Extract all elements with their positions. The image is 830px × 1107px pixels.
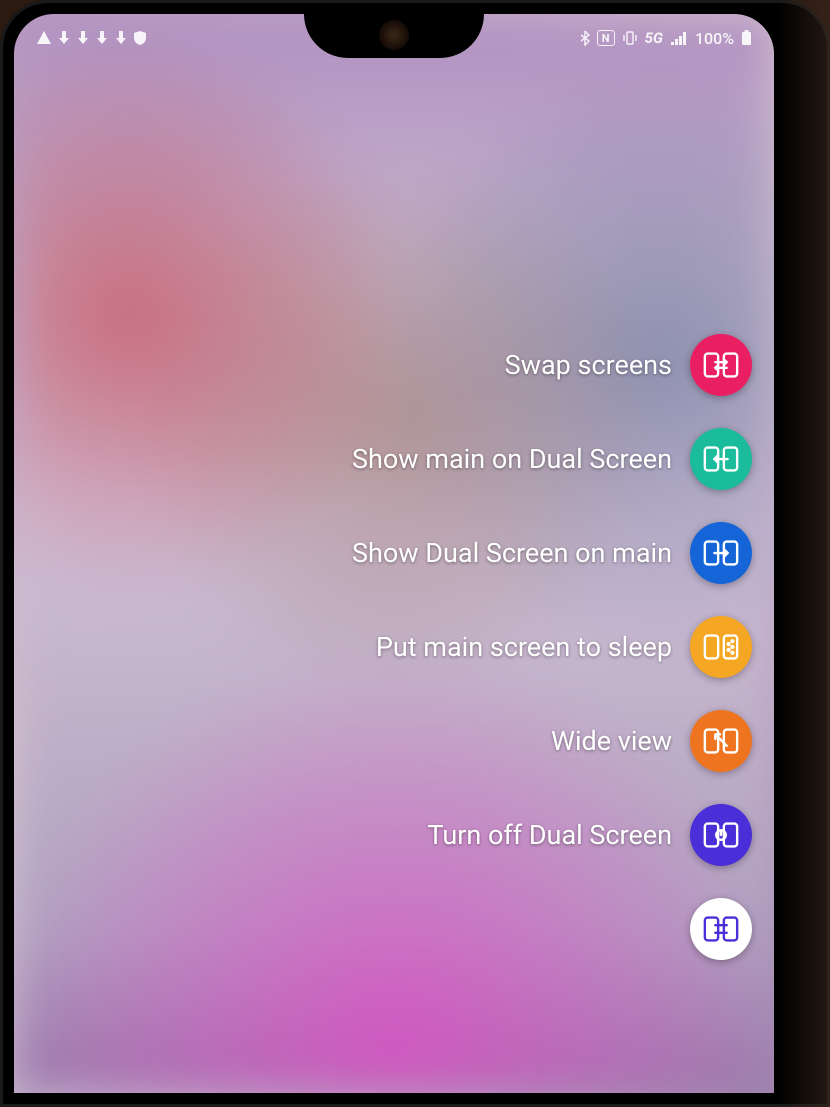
phone-screen: N 5G 100% Swap screens [14,14,774,1093]
menu-label: Show main on Dual Screen [352,443,672,475]
battery-pct: 100% [695,29,734,48]
download-icon [95,30,109,46]
menu-item-put-main-to-sleep[interactable]: Put main screen to sleep [352,616,752,678]
turn-off-dual-icon[interactable] [690,804,752,866]
menu-item-swap-screens[interactable]: Swap screens [352,334,752,396]
phone-frame: N 5G 100% Swap screens [0,0,830,1107]
menu-label: Turn off Dual Screen [427,819,672,851]
menu-item-show-dual-on-main[interactable]: Show Dual Screen on main [352,522,752,584]
sleep-main-icon[interactable] [690,616,752,678]
menu-label: Wide view [551,725,672,757]
battery-icon [741,30,752,46]
warning-icon [36,30,52,46]
menu-item-show-main-on-dual[interactable]: Show main on Dual Screen [352,428,752,490]
vibrate-icon [622,30,638,46]
download-icon [76,30,90,46]
swap-screens-icon[interactable] [690,334,752,396]
menu-item-turn-off-dual[interactable]: Turn off Dual Screen [352,804,752,866]
network-5g-label: 5G [645,29,663,47]
menu-item-wide-view[interactable]: Wide view [352,710,752,772]
display-notch [304,14,484,58]
menu-label: Put main screen to sleep [376,631,672,663]
download-icon [114,30,128,46]
status-bar-left [36,30,147,46]
menu-fab[interactable] [352,898,752,960]
menu-label: Swap screens [505,349,672,381]
wide-view-icon[interactable] [690,710,752,772]
menu-label: Show Dual Screen on main [352,537,672,569]
dual-screen-menu: Swap screens Show main on Dual Screen [352,334,752,960]
dual-screen-fab-icon[interactable] [690,898,752,960]
show-dual-on-main-icon[interactable] [690,522,752,584]
download-icon [57,30,71,46]
nfc-icon: N [597,30,615,46]
bluetooth-icon [580,30,590,46]
shield-icon [133,30,147,46]
frame-shadow [776,0,830,1107]
show-main-on-dual-icon[interactable] [690,428,752,490]
status-bar-right: N 5G 100% [580,29,752,48]
signal-icon [670,31,688,45]
